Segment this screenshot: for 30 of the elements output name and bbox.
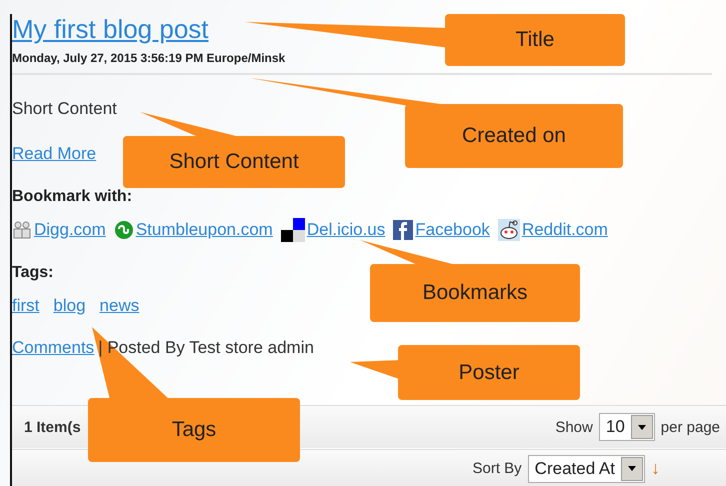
dropdown-arrow-icon xyxy=(628,466,636,471)
callout-label: Poster xyxy=(398,345,580,400)
show-label: Show xyxy=(555,418,593,436)
dropdown-arrow-icon xyxy=(638,424,646,430)
read-more-link[interactable]: Read More xyxy=(12,144,96,164)
stumbleupon-icon xyxy=(114,220,134,240)
tag-link[interactable]: news xyxy=(100,296,140,316)
bookmark-link[interactable]: Reddit.com xyxy=(522,220,608,240)
sort-select[interactable]: Created At xyxy=(528,454,645,482)
sort-direction-link[interactable]: ↓ xyxy=(651,458,660,479)
per-page-label: per page xyxy=(660,418,720,436)
squares-icon xyxy=(280,218,305,242)
bookmark-link[interactable]: Digg.com xyxy=(34,220,106,240)
bookmark-link[interactable]: Facebook xyxy=(415,220,490,240)
callout-label: Title xyxy=(445,14,625,66)
bookmark-link[interactable]: Del.icio.us xyxy=(306,220,386,240)
bookmark-link[interactable]: Stumbleupon.com xyxy=(136,220,273,240)
tag-link[interactable]: blog xyxy=(53,296,86,316)
bookmark-heading: Bookmark with: xyxy=(12,188,132,206)
tag-link[interactable]: first xyxy=(12,296,40,316)
alien-face-icon xyxy=(498,219,520,241)
per-page-select[interactable]: 10 xyxy=(598,413,655,441)
short-content-text: Short Content xyxy=(12,99,117,119)
tags-heading: Tags: xyxy=(12,264,54,282)
sort-by-label: Sort By xyxy=(472,460,522,477)
item-count: 1 Item(s xyxy=(24,418,81,436)
comments-link[interactable]: Comments xyxy=(12,338,94,358)
post-title-link[interactable]: My first blog post xyxy=(12,14,209,44)
people-icon xyxy=(12,220,32,240)
facebook-icon xyxy=(393,220,414,240)
